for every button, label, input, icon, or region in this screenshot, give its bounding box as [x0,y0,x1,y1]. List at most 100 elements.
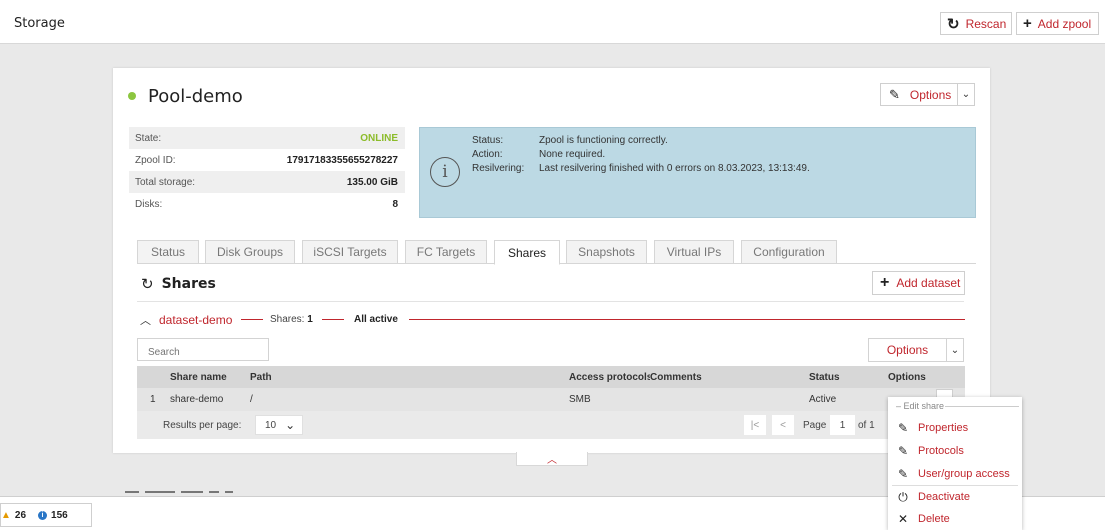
notifications-chip[interactable]: ▲ 26 i 156 [0,503,92,527]
edit-icon: ✎ [897,444,909,458]
column-header[interactable]: Status [809,372,840,383]
resilvering-value: Last resilvering finished with 0 errors … [539,163,810,174]
tab-virtual-ips[interactable]: Virtual IPs [654,240,734,264]
chevron-up-icon: ︿ [547,455,557,466]
info-icon: i [430,157,460,187]
close-icon: ✕ [897,512,909,526]
pool-prop-zpool-id: Zpool ID: 17917183355655278227 [129,149,405,171]
divider [137,301,964,302]
table-header: Share name Path Access protocols Comment… [137,366,965,388]
pool-options-button[interactable]: ✎ Options [880,83,958,106]
menu-item-label: Deactivate [918,491,970,503]
prop-value: 8 [392,198,398,210]
tab-configuration[interactable]: Configuration [741,240,837,264]
menu-item-properties[interactable]: ✎ Properties [888,417,1022,439]
dataset-row: ︿ dataset-demo Shares: 1 All active [137,312,965,328]
tab-iscsi-targets[interactable]: iSCSI Targets [302,240,398,264]
resilvering-label: Resilvering: [472,163,525,174]
menu-item-label: User/group access [918,468,1010,480]
menu-item-label: Protocols [918,445,964,457]
chevron-left-icon: < [780,419,786,431]
pool-name: Pool-demo [148,86,243,107]
collapse-card-button[interactable]: ︿ [516,452,588,466]
per-page-select[interactable]: 10 ⌄ [255,415,303,435]
first-page-icon: |< [750,419,760,431]
rescan-button[interactable]: ↻ Rescan [940,12,1012,35]
pool-prop-disks: Disks: 8 [129,193,405,215]
add-dataset-label: Add dataset [896,276,961,290]
dataset-name[interactable]: dataset-demo [159,313,232,327]
menu-item-label: Properties [918,422,969,434]
divider [322,319,344,320]
chevron-up-icon[interactable]: ︿ [140,312,151,328]
tab-fc-targets[interactable]: FC Targets [405,240,487,264]
share-path: / [250,394,253,405]
share-protocol: SMB [569,394,591,405]
first-page-button[interactable]: |< [744,415,766,435]
page-input[interactable]: 1 [830,415,855,435]
tab-disk-groups[interactable]: Disk Groups [205,240,295,264]
status-value: Zpool is functioning correctly. [539,135,668,146]
menu-item-label: Delete [918,513,950,525]
shares-count-value: 1 [307,314,313,325]
shares-options-dropdown[interactable]: ⌄ [946,338,964,362]
tab-status[interactable]: Status [137,240,199,264]
prev-page-button[interactable]: < [772,415,794,435]
add-zpool-button[interactable]: + Add zpool [1016,12,1099,35]
add-dataset-button[interactable]: + Add dataset [872,271,965,295]
menu-item-delete[interactable]: ✕ Delete [888,508,1022,530]
table-footer: Results per page: 10 ⌄ |< < Page 1 of 1 [137,411,965,439]
plug-icon: ⏻ [898,489,908,504]
dataset-shares-count: Shares: 1 [270,314,313,325]
add-zpool-label: Add zpool [1037,16,1092,31]
share-status: Active [809,394,837,405]
menu-item-protocols[interactable]: ✎ Protocols [888,440,1022,462]
tab-shares[interactable]: Shares [494,240,560,265]
chevron-down-icon: ⌄ [285,418,296,432]
menu-item-user-group-access[interactable]: ✎ User/group access [888,463,1022,485]
plus-icon: + [1023,15,1032,32]
pool-options-dropdown[interactable]: ⌄ [958,83,975,106]
rescan-label: Rescan [965,16,1007,31]
section-label: Edit share [903,401,945,411]
row-index: 1 [150,394,156,405]
pool-prop-total-storage: Total storage: 135.00 GiB [129,171,405,193]
edit-icon: ✎ [897,421,909,435]
column-header[interactable]: Comments [650,372,702,383]
page-total: of 1 [858,420,875,431]
warning-count: 26 [14,509,27,521]
pool-status-dot [128,92,136,100]
column-header[interactable]: Share name [170,372,227,383]
divider [241,319,263,320]
prop-key: State: [135,132,162,144]
prop-key: Disks: [135,198,163,210]
per-page-value: 10 [265,419,277,431]
prop-value: 135.00 GiB [346,176,398,188]
refresh-icon[interactable]: ↻ [141,275,154,293]
table-row[interactable]: 1 share-demo / SMB Active [137,388,965,411]
chevron-down-icon: ⌄ [950,344,960,356]
edit-icon: ✎ [897,467,909,481]
shares-count-label: Shares: [270,314,305,325]
dataset-status: All active [354,314,398,325]
warning-icon: ▲ [1,509,11,521]
top-bar: Storage ↻ Rescan + Add zpool [0,0,1105,44]
prop-value: ONLINE [360,132,398,144]
page-label: Page [803,420,827,431]
plus-icon: + [880,274,890,291]
pool-options-label: Options [909,87,952,102]
chevron-down-icon: ⌄ [961,89,971,100]
shares-options-button[interactable]: Options [868,338,947,362]
search-input[interactable] [137,338,269,361]
page-title: Storage [14,16,65,31]
column-header[interactable]: Path [250,372,272,383]
prop-key: Total storage: [135,176,196,188]
share-name: share-demo [170,394,224,405]
tab-snapshots[interactable]: Snapshots [566,240,647,264]
status-label: Status: [472,135,504,146]
column-header[interactable]: Access protocols [569,372,650,383]
edit-icon: ✎ [889,86,900,102]
action-value: None required. [539,149,606,160]
menu-item-deactivate[interactable]: ⏻ Deactivate [888,486,1022,508]
prop-key: Zpool ID: [135,154,176,166]
